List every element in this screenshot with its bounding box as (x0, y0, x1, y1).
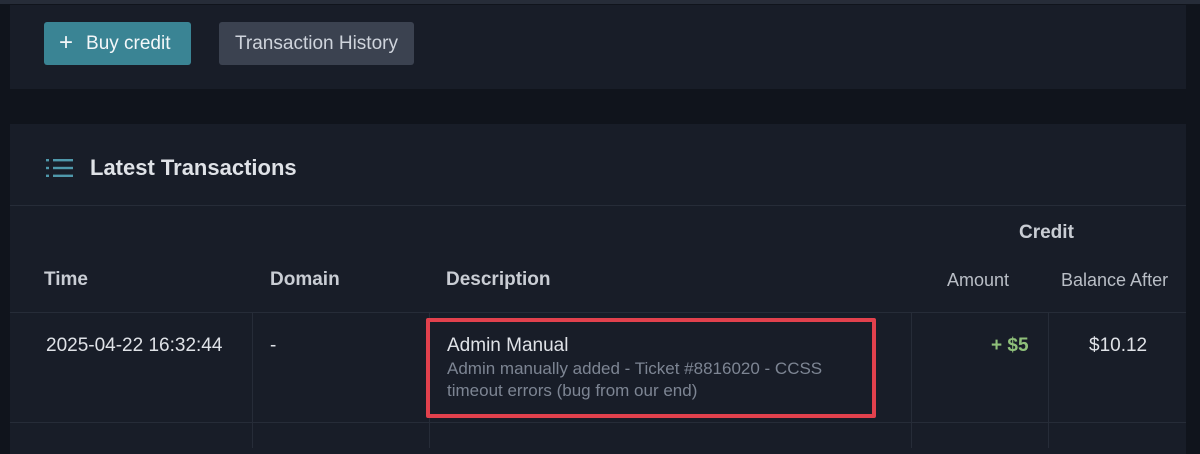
highlight-box (426, 318, 876, 418)
plus-icon: + (59, 28, 74, 56)
top-strip (0, 0, 1200, 4)
buy-credit-label: Buy credit (86, 32, 171, 54)
cell-time: 2025-04-22 16:32:44 (46, 335, 223, 356)
cell-balance-after: $10.12 (1089, 335, 1148, 356)
column-header-amount[interactable]: Amount (947, 270, 1009, 291)
row-divider (10, 422, 1186, 423)
list-icon (46, 159, 73, 177)
column-header-description[interactable]: Description (446, 269, 551, 291)
column-header-domain[interactable]: Domain (270, 269, 340, 291)
column-divider (1048, 313, 1049, 448)
column-divider (252, 313, 253, 448)
cell-domain: - (270, 335, 277, 356)
transaction-history-button[interactable]: Transaction History (219, 22, 414, 65)
buy-credit-button[interactable]: + Buy credit (44, 22, 191, 65)
column-header-time[interactable]: Time (44, 269, 88, 291)
column-header-balance-after[interactable]: Balance After (1061, 270, 1168, 291)
transaction-history-label: Transaction History (235, 32, 398, 54)
panel-header: Latest Transactions (10, 124, 1186, 206)
column-divider (911, 313, 912, 448)
column-group-credit: Credit (1019, 222, 1074, 243)
cell-amount: + $5 (991, 335, 1029, 356)
header-divider (10, 312, 1186, 313)
panel-title: Latest Transactions (90, 155, 297, 180)
